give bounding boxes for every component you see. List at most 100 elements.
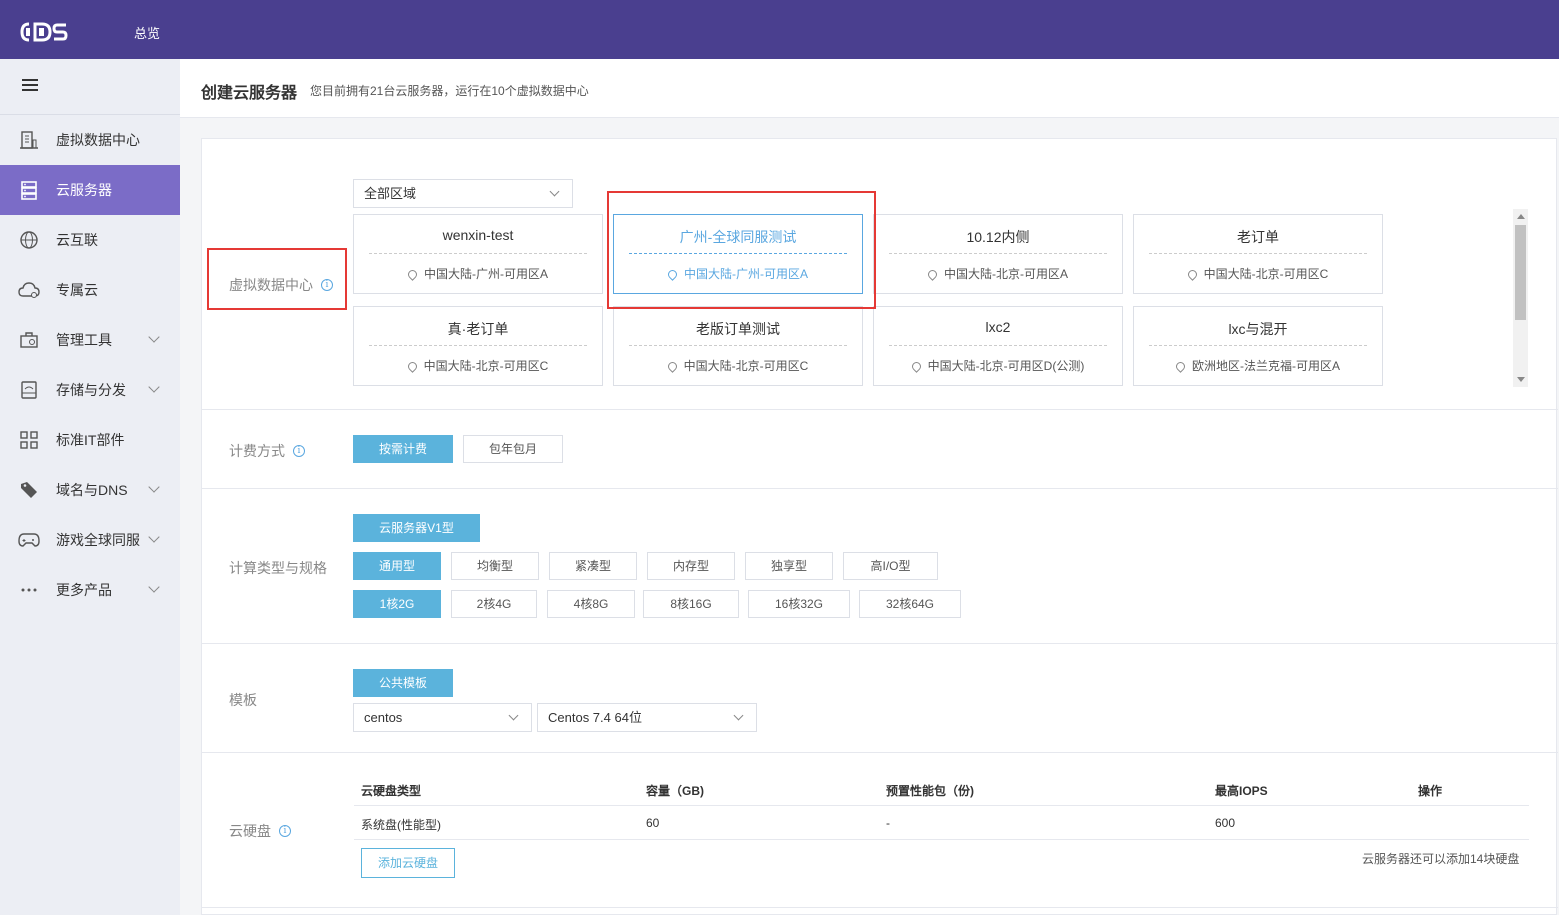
chevron-down-icon[interactable] (148, 331, 160, 343)
spec-1c2g-button[interactable]: 1核2G (353, 590, 441, 618)
sidebar-item-more-products[interactable]: 更多产品 (0, 565, 180, 615)
type-memory-button[interactable]: 内存型 (647, 552, 735, 580)
section-divider (202, 488, 1558, 489)
sidebar-item-domain-dns[interactable]: 域名与DNS (0, 465, 180, 515)
table-header-actions: 操作 (1418, 784, 1443, 798)
spec-32c64g-button[interactable]: 32核64G (859, 590, 961, 618)
sidebar-item-dedicated-cloud[interactable]: 专属云 (0, 265, 180, 315)
highlight-box-card (607, 191, 876, 309)
location-pin-icon (1185, 268, 1199, 281)
section-divider (202, 643, 1558, 644)
page-title: 创建云服务器 (201, 85, 298, 102)
table-cell-type: 系统盘(性能型) (361, 818, 441, 832)
datacenter-card[interactable]: lxc2 中国大陆-北京-可用区D(公测) (873, 306, 1123, 386)
datacenter-card[interactable]: wenxin-test 中国大陆-广州-可用区A (353, 214, 603, 294)
datacenter-name: wenxin-test (442, 227, 514, 243)
sidebar-item-vdc[interactable]: 虚拟数据中心 (0, 115, 180, 165)
datacenter-card[interactable]: 老订单 中国大陆-北京-可用区C (1133, 214, 1383, 294)
info-icon[interactable]: i (279, 825, 291, 837)
chevron-down-icon[interactable] (148, 481, 160, 493)
sidebar-item-label: 专属云 (56, 282, 98, 298)
spec-16c32g-button[interactable]: 16核32G (748, 590, 850, 618)
sidebar-item-standard-it[interactable]: 标准IT部件 (0, 415, 180, 465)
location-pin-icon (405, 360, 419, 373)
cds-logo[interactable] (20, 20, 70, 44)
datacenter-name: 10.12内侧 (966, 229, 1030, 245)
chevron-down-icon[interactable] (148, 381, 160, 393)
section-divider (202, 752, 1558, 753)
datacenter-name: 老订单 (1237, 229, 1279, 245)
sidebar-item-game-sync[interactable]: 游戏全球同服 (0, 515, 180, 565)
sidebar-item-cloud-interconnect[interactable]: 云互联 (0, 215, 180, 265)
location-pin-icon (665, 360, 679, 373)
os-version-select[interactable]: Centos 7.4 64位 (537, 703, 757, 732)
datacenter-name: lxc与混开 (1228, 321, 1288, 337)
nav-overview[interactable]: 总览 (134, 23, 160, 42)
datacenter-card[interactable]: 真·老订单 中国大陆-北京-可用区C (353, 306, 603, 386)
type-general-button[interactable]: 通用型 (353, 552, 441, 580)
tag-icon (18, 479, 40, 501)
location-pin-icon (406, 268, 419, 281)
template-label: 模板 (229, 692, 257, 708)
divider (629, 345, 847, 346)
menu-toggle-icon[interactable] (22, 79, 38, 93)
storage-icon (18, 379, 40, 401)
highlight-box-label (207, 248, 347, 310)
sidebar-item-storage[interactable]: 存储与分发 (0, 365, 180, 415)
location-pin-icon (1174, 360, 1187, 373)
type-balanced-button[interactable]: 均衡型 (451, 552, 539, 580)
datacenter-name: 真·老订单 (447, 321, 509, 337)
datacenter-location: 中国大陆-北京-可用区A (944, 267, 1068, 281)
divider (1149, 253, 1367, 254)
scroll-down-icon[interactable] (1517, 377, 1525, 382)
type-dedicated-button[interactable]: 独享型 (745, 552, 833, 580)
sidebar-item-label: 存储与分发 (56, 382, 126, 398)
os-select[interactable]: centos (353, 703, 532, 732)
grid-icon (18, 429, 40, 451)
building-icon (18, 129, 40, 151)
datacenter-location: 中国大陆-北京-可用区C (423, 359, 549, 373)
sidebar-item-label: 管理工具 (56, 332, 112, 348)
datacenter-location: 中国大陆-北京-可用区C (683, 359, 809, 373)
info-icon[interactable]: i (293, 445, 305, 457)
compute-label: 计算类型与规格 (229, 560, 327, 576)
billing-annual-button[interactable]: 包年包月 (463, 435, 563, 463)
datacenter-location: 中国大陆-广州-可用区A (424, 267, 548, 281)
chevron-down-icon[interactable] (148, 531, 160, 543)
region-select[interactable]: 全部区域 (353, 179, 573, 208)
datacenter-location: 中国大陆-北京-可用区D(公测) (927, 359, 1085, 373)
sidebar-item-label: 更多产品 (56, 582, 112, 598)
add-disk-button[interactable]: 添加云硬盘 (361, 848, 455, 878)
datacenter-card[interactable]: 老版订单测试 中国大陆-北京-可用区C (613, 306, 863, 386)
table-divider (354, 805, 1529, 806)
datacenter-card[interactable]: lxc与混开 欧洲地区-法兰克福-可用区A (1133, 306, 1383, 386)
gamepad-icon (18, 529, 40, 551)
sidebar-item-cloud-server[interactable]: 云服务器 (0, 165, 180, 215)
public-template-tab[interactable]: 公共模板 (353, 669, 453, 697)
type-high-io-button[interactable]: 高I/O型 (843, 552, 938, 580)
table-header-perf-pack: 预置性能包（份) (886, 784, 974, 798)
spec-2c4g-button[interactable]: 2核4G (451, 590, 537, 618)
billing-label: 计费方式 i (229, 441, 305, 461)
server-family-tab[interactable]: 云服务器V1型 (353, 514, 480, 542)
sidebar-item-label: 虚拟数据中心 (56, 132, 140, 148)
location-pin-icon (909, 360, 923, 373)
scroll-up-icon[interactable] (1517, 214, 1525, 219)
globe-icon (18, 229, 40, 251)
table-header-capacity: 容量（GB) (646, 784, 704, 798)
spec-4c8g-button[interactable]: 4核8G (547, 590, 635, 618)
spec-8c16g-button[interactable]: 8核16G (643, 590, 739, 618)
chevron-down-icon[interactable] (148, 581, 160, 593)
datacenter-scrollbar[interactable] (1513, 209, 1528, 387)
table-cell-iops: 600 (1215, 816, 1236, 830)
billing-on-demand-button[interactable]: 按需计费 (353, 435, 453, 463)
type-compact-button[interactable]: 紧凑型 (549, 552, 637, 580)
sidebar-item-label: 游戏全球同服 (56, 532, 140, 548)
table-divider (354, 839, 1529, 840)
chevron-down-icon (508, 710, 519, 721)
datacenter-location: 欧洲地区-法兰克福-可用区A (1192, 359, 1340, 373)
divider (369, 253, 587, 254)
sidebar-item-management-tools[interactable]: 管理工具 (0, 315, 180, 365)
scrollbar-thumb[interactable] (1515, 225, 1526, 320)
datacenter-card[interactable]: 10.12内侧 中国大陆-北京-可用区A (873, 214, 1123, 294)
